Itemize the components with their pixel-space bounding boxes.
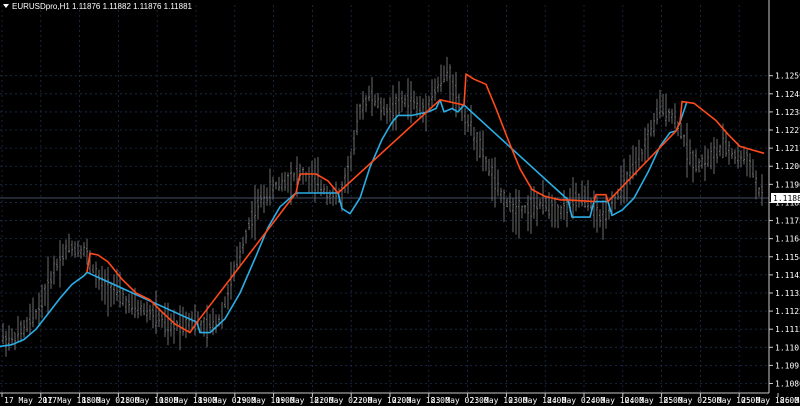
y-tick-label: 1.12485: [775, 90, 800, 99]
chart-background: [0, 0, 800, 406]
x-tick-label: 26 May 02:00: [780, 396, 800, 405]
y-tick-label: 1.11750: [775, 217, 800, 226]
y-tick-label: 1.12380: [775, 108, 800, 117]
y-tick-label: 1.11015: [775, 343, 800, 352]
y-tick-label: 1.11225: [775, 307, 800, 316]
chart-window[interactable]: 1.12590 1.12485 1.12380 1.12275 1.12170 1.120…: [0, 0, 800, 406]
symbol-info: EURUSDpro,H1 1.11876 1.11882 1.11876 1.1…: [12, 2, 193, 11]
y-tick-label: 1.11645: [775, 235, 800, 244]
y-tick-label: 1.12065: [775, 162, 800, 171]
y-tick-label: 1.11435: [775, 271, 800, 280]
y-tick-label: 1.10910: [775, 361, 800, 370]
y-tick-label: 1.12275: [775, 126, 800, 135]
current-price-label: 1.11881: [773, 194, 800, 203]
y-tick-label: 1.12170: [775, 144, 800, 153]
y-tick-label: 1.12590: [775, 72, 800, 81]
price-chart[interactable]: 1.12590 1.12485 1.12380 1.12275 1.12170 1.120…: [0, 0, 800, 406]
x-tick-labels: 17 May 201717 May 18:0018 May 02:0018 Ma…: [4, 396, 800, 405]
current-price-marker: 1.11881: [771, 192, 800, 203]
y-tick-label: 1.11540: [775, 253, 800, 262]
y-tick-label: 1.10805: [775, 380, 800, 389]
chart-header: EURUSDpro,H1 1.11876 1.11882 1.11876 1.1…: [3, 2, 193, 11]
y-tick-label: 1.11960: [775, 180, 800, 189]
y-tick-label: 1.11330: [775, 289, 800, 298]
y-tick-label: 1.11120: [775, 325, 800, 334]
